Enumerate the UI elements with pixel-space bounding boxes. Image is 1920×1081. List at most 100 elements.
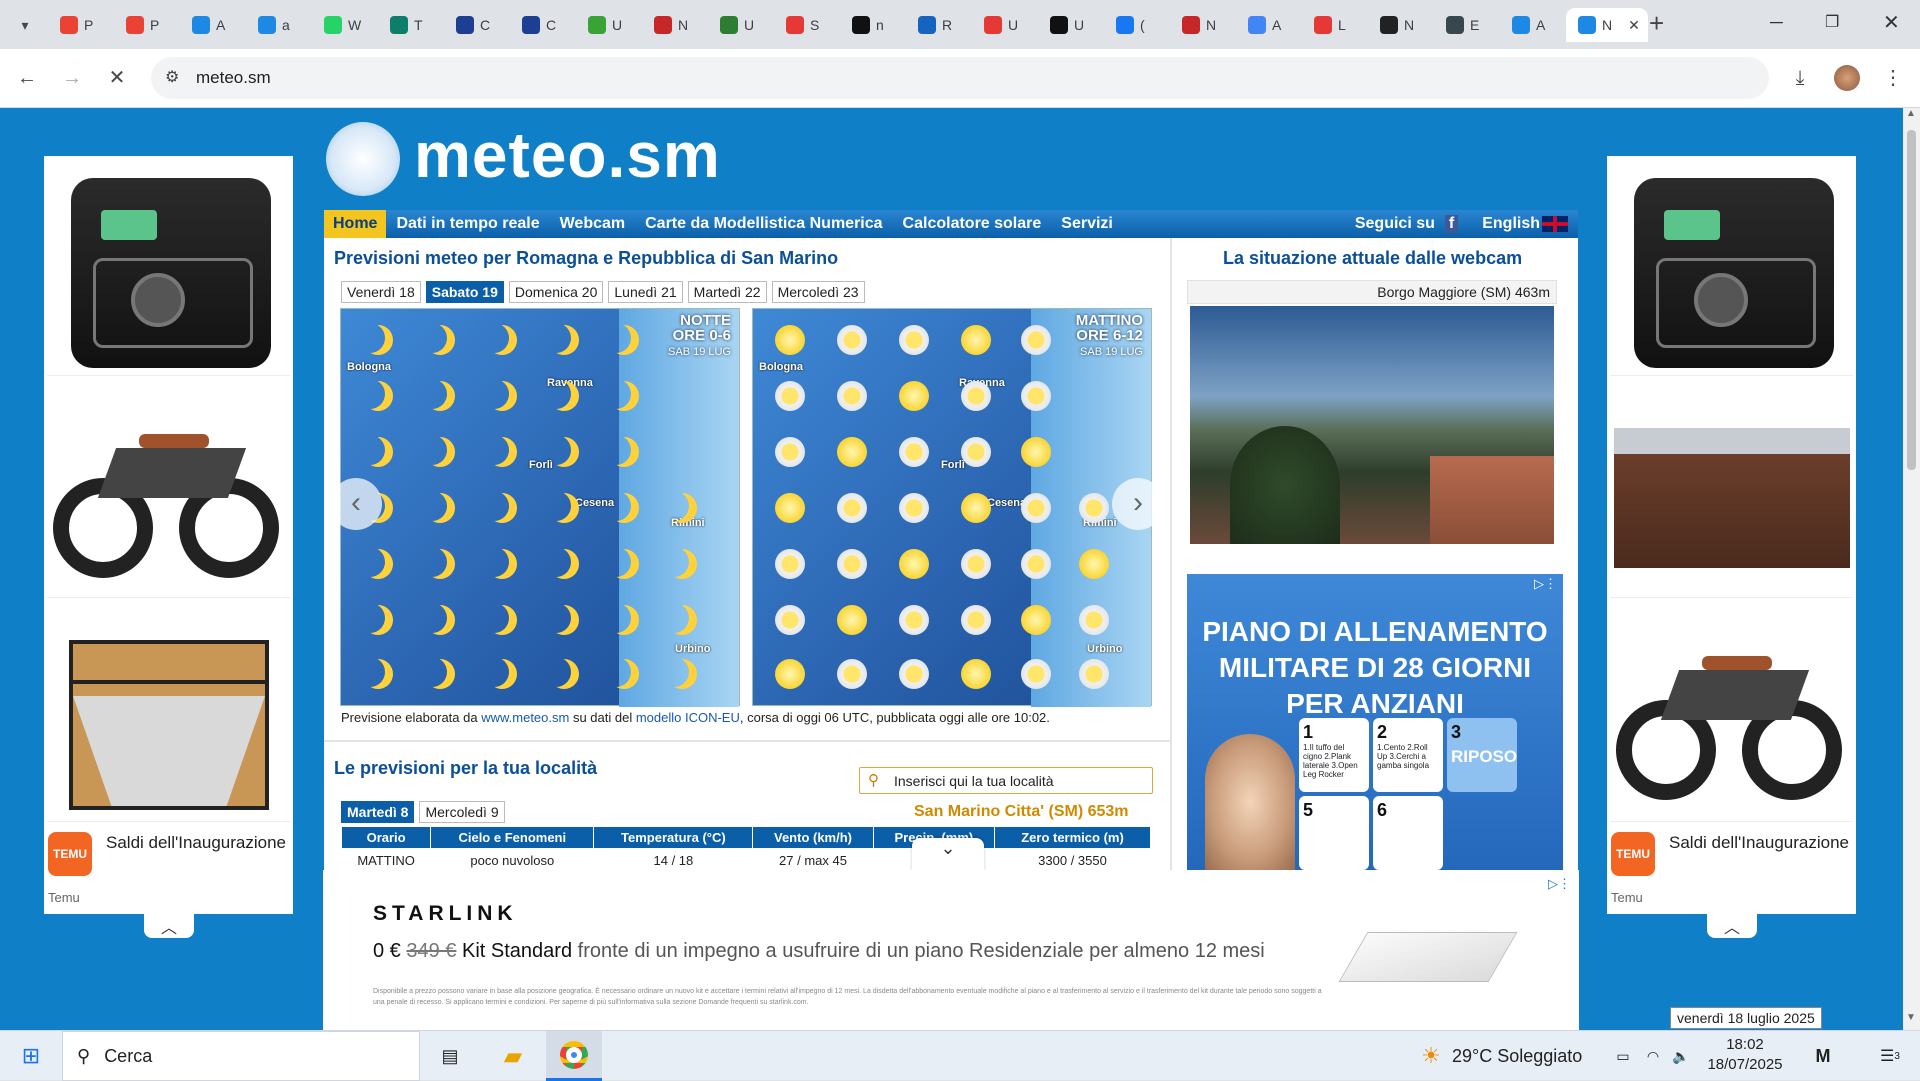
map-prev-arrow-icon[interactable]: ‹ (330, 478, 382, 530)
uk-flag-icon[interactable] (1542, 216, 1568, 232)
browser-tab[interactable]: S (774, 8, 836, 42)
browser-tab[interactable]: N (642, 8, 704, 42)
nav-home[interactable]: Home (324, 210, 387, 238)
browser-tab[interactable]: A (180, 8, 242, 42)
scrollbar-thumb[interactable] (1907, 130, 1916, 470)
tray-wifi-icon[interactable]: ◠ (1640, 1031, 1666, 1081)
tray-app-icon[interactable]: M (1808, 1031, 1838, 1081)
browser-tab[interactable]: n (840, 8, 902, 42)
table-row[interactable]: MATTINO poco nuvoloso 14 / 18 27 / max 4… (342, 849, 1151, 873)
windows-start-icon[interactable]: ⊞ (8, 1031, 54, 1081)
browser-tab[interactable]: A (1236, 8, 1298, 42)
site-logo[interactable]: meteo.sm (324, 118, 804, 200)
left-ad-collapse-chevron-icon[interactable]: ︿ (144, 914, 194, 938)
minimize-icon[interactable]: ─ (1770, 12, 1783, 33)
nav-models[interactable]: Carte da Modellistica Numerica (635, 215, 892, 233)
right-ad-caption[interactable]: Saldi dell'Inaugurazione (1669, 832, 1849, 854)
nav-solar[interactable]: Calcolatore solare (893, 215, 1052, 233)
stop-loading-icon[interactable]: ✕ (100, 61, 134, 95)
english-link[interactable]: English (1472, 215, 1542, 233)
day-tab-mon[interactable]: Lunedì 21 (608, 281, 683, 303)
moon-icon (425, 493, 455, 523)
weather-sun-icon[interactable]: ☀ (1416, 1031, 1446, 1081)
meteo-link[interactable]: www.meteo.sm (481, 710, 569, 725)
left-ad-caption[interactable]: Saldi dell'Inaugurazione (106, 832, 286, 854)
new-tab-plus-icon[interactable]: + (1649, 8, 1664, 39)
training-plan-ad[interactable]: ▷⋮ PIANO DI ALLENAMENTO MILITARE DI 28 G… (1187, 574, 1563, 870)
location-search-input[interactable]: ⚲ Inserisci qui la tua località (859, 767, 1153, 794)
day-tab-sun[interactable]: Domenica 20 (508, 281, 604, 303)
close-tab-icon[interactable]: ✕ (1628, 17, 1640, 34)
site-info-icon[interactable]: ⚙ (165, 67, 179, 87)
nav-webcam[interactable]: Webcam (550, 215, 636, 233)
tab-search-chevron-icon[interactable]: ▾ (8, 8, 42, 42)
chrome-taskbar-icon[interactable] (546, 1031, 602, 1081)
bottom-ad-toggle-chevron-icon[interactable]: ⌄ (912, 838, 984, 872)
day-tab-fri[interactable]: Venerdì 18 (341, 281, 421, 303)
ad-product-raised-bed[interactable] (1610, 378, 1853, 598)
adchoices-icon[interactable]: ▷⋮ (1548, 876, 1571, 892)
ad-product-ebike[interactable] (1610, 600, 1853, 822)
browser-tab[interactable]: P (48, 8, 110, 42)
day-tab-tue[interactable]: Martedì 22 (687, 281, 767, 303)
local-tab-tue[interactable]: Martedì 8 (341, 801, 415, 823)
forward-icon[interactable]: → (55, 61, 89, 95)
ad-product-power-station[interactable] (1610, 156, 1853, 376)
restore-icon[interactable]: ❐ (1825, 12, 1839, 32)
browser-tab[interactable]: N (1368, 8, 1430, 42)
file-explorer-icon[interactable]: ▰ (490, 1031, 536, 1081)
tray-volume-icon[interactable]: 🔈 (1668, 1031, 1694, 1081)
browser-tab[interactable]: U (576, 8, 638, 42)
browser-tab[interactable]: N (1170, 8, 1232, 42)
tray-battery-icon[interactable]: ▭ (1610, 1031, 1636, 1081)
ad-product-cabinet[interactable] (47, 600, 290, 822)
adchoices-icon[interactable]: ▷⋮ (1534, 576, 1557, 592)
notifications-icon[interactable]: ☰ 3 (1868, 1031, 1912, 1081)
browser-tab[interactable]: U (708, 8, 770, 42)
profile-avatar[interactable] (1834, 65, 1860, 91)
browser-tab[interactable]: U (1038, 8, 1100, 42)
facebook-icon[interactable]: f (1444, 215, 1459, 233)
browser-tab[interactable]: C (510, 8, 572, 42)
day-tab-wed[interactable]: Mercoledì 23 (771, 281, 865, 303)
page-scrollbar[interactable]: ▲ ▼ (1903, 108, 1920, 1030)
ad-product-power-station[interactable] (47, 156, 290, 376)
browser-tab[interactable]: W (312, 8, 374, 42)
close-window-icon[interactable]: ✕ (1883, 10, 1900, 35)
back-icon[interactable]: ← (10, 61, 44, 95)
forecast-map-morning[interactable]: MATTINOORE 6-12SAB 19 LUG Bologna Ravenn… (752, 308, 1152, 707)
moon-icon (363, 549, 393, 579)
task-view-icon[interactable]: ▤ (430, 1031, 470, 1081)
right-ad-column[interactable]: ▷⋮ TEMU Saldi dell'Inaugurazione Temu (1607, 156, 1856, 914)
day-tab-sat[interactable]: Sabato 19 (425, 281, 504, 303)
browser-tab[interactable]: P (114, 8, 176, 42)
browser-tab[interactable]: R (906, 8, 968, 42)
taskbar-search[interactable]: ⚲ Cerca (62, 1031, 420, 1081)
menu-dots-icon[interactable]: ⋮ (1876, 61, 1910, 95)
ad-product-ebike[interactable] (47, 378, 290, 598)
left-ad-column[interactable]: ▷⋮ TEMU Saldi dell'Inaugurazione Temu (44, 156, 293, 914)
browser-tab[interactable]: C (444, 8, 506, 42)
browser-tab[interactable]: ( (1104, 8, 1166, 42)
nav-services[interactable]: Servizi (1051, 215, 1123, 233)
browser-tab[interactable]: A (1500, 8, 1562, 42)
taskbar-clock[interactable]: 18:02 18/07/2025 (1700, 1035, 1790, 1075)
follow-label[interactable]: Seguici su (1345, 215, 1445, 233)
browser-tab[interactable]: N ✕ (1566, 8, 1648, 42)
address-bar[interactable]: ⚙ meteo.sm (151, 57, 1769, 99)
browser-tab[interactable]: E (1434, 8, 1496, 42)
model-link[interactable]: modello ICON-EU (636, 710, 740, 725)
url-text[interactable]: meteo.sm (196, 68, 271, 88)
browser-tab[interactable]: L (1302, 8, 1364, 42)
webcam-image[interactable] (1190, 306, 1554, 544)
starlink-ad[interactable]: ▷⋮ STARLINK 0 € 349 € Kit Standard front… (323, 870, 1579, 1030)
browser-tab[interactable]: T (378, 8, 440, 42)
nav-realtime[interactable]: Dati in tempo reale (386, 215, 549, 233)
browser-tab[interactable]: U (972, 8, 1034, 42)
right-ad-collapse-chevron-icon[interactable]: ︿ (1707, 914, 1757, 938)
browser-tab[interactable]: a (246, 8, 308, 42)
local-tab-wed[interactable]: Mercoledì 9 (419, 801, 505, 823)
download-icon[interactable]: ⤓ (1783, 61, 1817, 95)
forecast-map-night[interactable]: NOTTE ORE 0-6 SAB 19 LUG Bologna Ravenna F… (340, 308, 740, 707)
map-next-arrow-icon[interactable]: › (1112, 478, 1164, 530)
